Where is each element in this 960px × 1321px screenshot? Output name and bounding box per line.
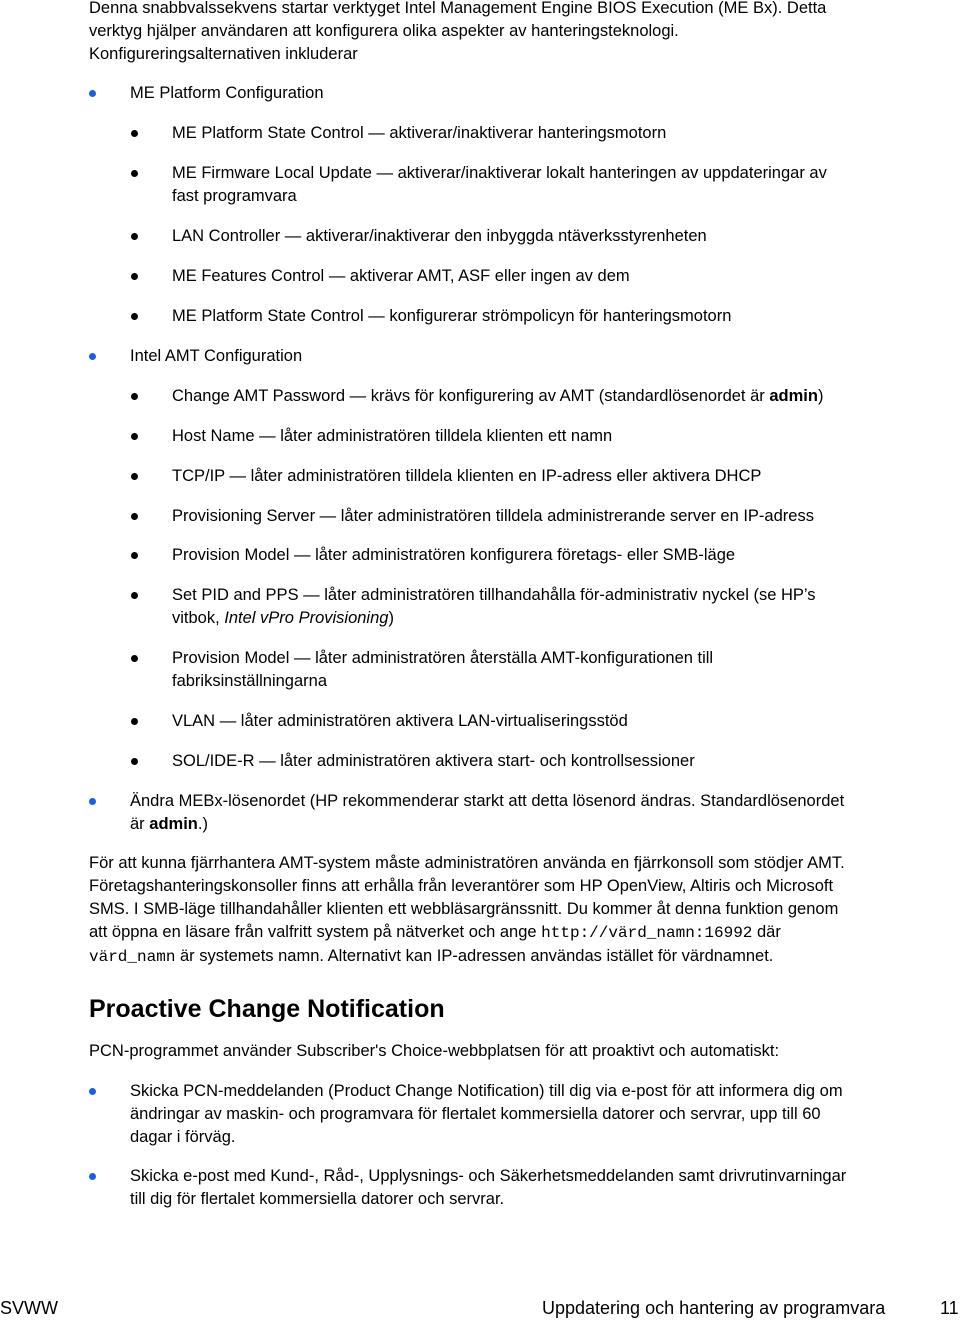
list-item: ME Features Control — aktiverar AMT, ASF… [172,267,630,285]
list-item-intel-amt: Intel AMT Configuration [130,347,303,365]
bullet-icon [89,1173,96,1180]
bullet-icon [131,592,138,599]
list-item: Provisioning Server — låter administratö… [172,507,814,525]
bullet-icon [131,393,138,400]
list-item: TCP/IP — låter administratören tilldela … [172,467,762,485]
intro-line: Konfigureringsalternativen inkluderar [89,45,358,63]
pcn-intro: PCN-programmet använder Subscriber's Cho… [89,1042,780,1060]
list-item: ME Platform State Control — konfigurerar… [172,307,732,325]
bullet-icon [89,1088,96,1095]
list-item: Change AMT Password — krävs för konfigur… [172,387,824,405]
list-item: Skicka e-post med Kund-, Råd-, Upplysnin… [130,1167,847,1208]
footer-doc-code: SVWW [0,1298,58,1318]
list-item: Set PID and PPS — låter administratören … [172,586,816,627]
bullet-icon [131,130,138,137]
bullet-icon [89,90,96,97]
bullet-icon [131,513,138,520]
url-code: http://värd_namn:16992 [541,924,753,942]
list-item: Host Name — låter administratören tillde… [172,427,613,445]
list-item: ME Platform State Control — aktiverar/in… [172,124,667,142]
bullet-icon [131,758,138,765]
bullet-icon [131,170,138,177]
remote-management-paragraph: För att kunna fjärrhantera AMT-system må… [89,854,845,966]
bullet-icon [131,313,138,320]
list-item: Provision Model — låter administratören … [172,649,714,690]
list-item: Skicka PCN-meddelanden (Product Change N… [130,1082,843,1146]
default-password: admin [149,815,198,833]
intro-paragraph: Denna snabbvalssekvens startar verktyget… [89,0,949,66]
intro-line: verktyg hjälper användaren att konfigure… [89,22,679,40]
list-item: SOL/IDE-R — låter administratören aktive… [172,752,695,770]
bullet-icon [131,655,138,662]
bullet-icon [131,273,138,280]
bullet-icon [89,798,96,805]
list-item-mebx-password: Ändra MEBx-lösenordet (HP rekommenderar … [130,792,845,833]
section-heading: Proactive Change Notification [89,995,445,1023]
bullet-icon [131,552,138,559]
intro-line: Denna snabbvalssekvens startar verktyget… [89,0,827,17]
footer-chapter-title: Uppdatering och hantering av programvara [542,1298,886,1318]
whitepaper-title: Intel vPro Provisioning [224,609,389,627]
list-item: ME Firmware Local Update — aktiverar/ina… [172,164,827,205]
bullet-icon [131,433,138,440]
list-item: Provision Model — låter administratören … [172,546,736,564]
default-password: admin [769,387,818,405]
bullet-icon [131,233,138,240]
document-page: Denna snabbvalssekvens startar verktyget… [0,0,960,1321]
list-item-me-platform: ME Platform Configuration [130,84,324,102]
bullet-icon [89,353,96,360]
bullet-icon [131,473,138,480]
hostname-code: värd_namn [89,948,176,966]
list-item: VLAN — låter administratören aktivera LA… [172,712,628,730]
bullet-icon [131,718,138,725]
page-number: 11 [940,1298,959,1318]
list-item: LAN Controller — aktiverar/inaktiverar d… [172,227,707,245]
